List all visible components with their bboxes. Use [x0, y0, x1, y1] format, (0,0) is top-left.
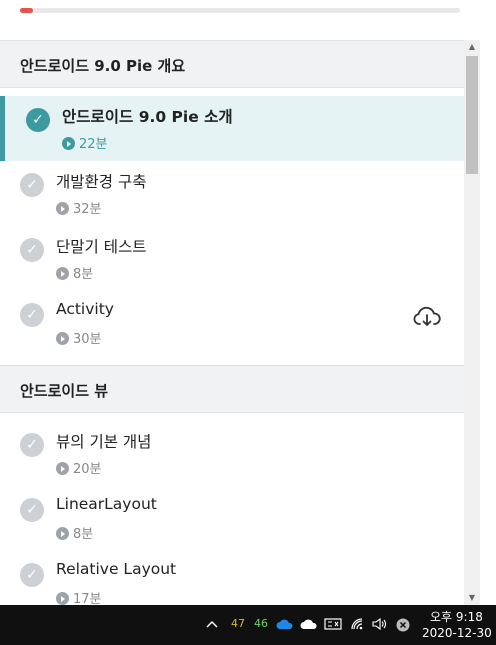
check-icon: ✓	[20, 563, 44, 587]
check-icon: ✓	[20, 238, 44, 262]
lesson-duration-text: 30분	[73, 332, 102, 347]
lesson-duration: 30분	[56, 328, 102, 347]
onedrive-icon[interactable]	[276, 619, 294, 630]
lesson-item[interactable]: ✓ Activity 30분	[0, 291, 464, 356]
play-icon	[56, 462, 69, 475]
vertical-scrollbar[interactable]: ▲ ▼	[464, 40, 480, 605]
lesson-item[interactable]: ✓ 단말기 테스트 8분	[0, 226, 464, 291]
lesson-duration-text: 8분	[73, 267, 94, 282]
lesson-duration: 8분	[56, 523, 93, 542]
lesson-duration: 17분	[56, 588, 102, 605]
play-icon	[56, 592, 69, 605]
clock-date[interactable]: 2020-12-30	[422, 626, 492, 640]
lesson-title: Relative Layout	[56, 560, 177, 578]
section-title: 안드로이드 9.0 Pie 개요	[20, 57, 186, 75]
lesson-item[interactable]: ✓ LinearLayout 8분	[0, 486, 464, 551]
input-method-icon[interactable]	[324, 617, 342, 631]
lesson-title: Activity	[56, 300, 114, 318]
lesson-title: 안드로이드 9.0 Pie 소개	[62, 108, 233, 126]
lesson-title: 단말기 테스트	[56, 238, 147, 256]
scroll-up-arrow-icon[interactable]: ▲	[464, 40, 480, 54]
scroll-down-arrow-icon[interactable]: ▼	[464, 591, 480, 605]
check-icon: ✓	[20, 433, 44, 457]
wifi-icon[interactable]	[350, 617, 366, 631]
clock-time[interactable]: 오후 9:18	[430, 608, 483, 625]
window-edge	[480, 0, 496, 605]
taskbar: 47 46 오후 9:18 2020-12-30	[0, 605, 496, 645]
progress-bar-fill	[20, 8, 34, 13]
lesson-item[interactable]: ✓ 뷰의 기본 개념 20분	[0, 421, 464, 486]
chevron-up-icon[interactable]	[206, 620, 218, 628]
lesson-title: LinearLayout	[56, 495, 157, 513]
progress-bar	[20, 8, 460, 13]
scrollbar-thumb[interactable]	[466, 56, 478, 174]
lesson-duration-text: 17분	[73, 592, 102, 605]
check-icon: ✓	[20, 173, 44, 197]
lesson-duration: 22분	[62, 133, 108, 152]
lesson-title: 개발환경 구축	[56, 173, 147, 191]
close-circle-icon[interactable]	[396, 618, 410, 632]
cloud-download-icon[interactable]	[413, 305, 441, 329]
section-title: 안드로이드 뷰	[20, 382, 109, 400]
play-icon	[62, 137, 75, 150]
check-icon: ✓	[20, 303, 44, 327]
curriculum-list[interactable]: 안드로이드 9.0 Pie 개요 ✓ 안드로이드 9.0 Pie 소개 22분 …	[0, 40, 464, 605]
lesson-duration: 8분	[56, 263, 93, 282]
lesson-duration-text: 8분	[73, 527, 94, 542]
play-icon	[56, 527, 69, 540]
volume-icon[interactable]	[372, 617, 388, 631]
lesson-item[interactable]: ✓ 안드로이드 9.0 Pie 소개 22분	[0, 96, 464, 161]
cpu-temp-indicator[interactable]: 47	[231, 617, 245, 630]
lesson-duration: 32분	[56, 198, 102, 217]
play-icon	[56, 332, 69, 345]
gpu-temp-indicator[interactable]: 46	[254, 617, 268, 630]
check-icon: ✓	[20, 498, 44, 522]
lesson-duration: 20분	[56, 458, 102, 477]
lesson-duration-text: 32분	[73, 202, 102, 217]
play-icon	[56, 202, 69, 215]
lesson-duration-text: 20분	[73, 462, 102, 477]
section-header[interactable]: 안드로이드 9.0 Pie 개요	[0, 40, 464, 88]
section-header[interactable]: 안드로이드 뷰	[0, 365, 464, 413]
lesson-item[interactable]: ✓ 개발환경 구축 32분	[0, 161, 464, 226]
cloud-icon[interactable]	[300, 619, 318, 630]
play-icon	[56, 267, 69, 280]
lesson-item[interactable]: ✓ Relative Layout 17분	[0, 551, 464, 605]
lesson-title: 뷰의 기본 개념	[56, 433, 152, 451]
course-progress-area	[0, 0, 464, 40]
check-icon: ✓	[26, 108, 50, 132]
lesson-duration-text: 22분	[79, 137, 108, 152]
active-indicator	[0, 96, 5, 161]
